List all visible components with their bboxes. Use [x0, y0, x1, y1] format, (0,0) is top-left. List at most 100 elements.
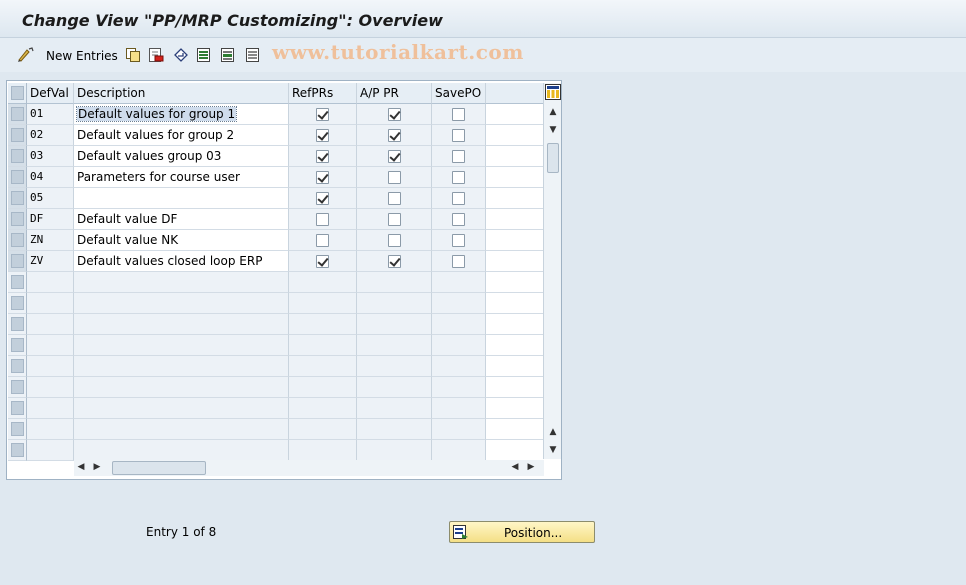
empty-cell[interactable]	[357, 335, 432, 356]
empty-cell[interactable]	[432, 377, 486, 398]
horizontal-scrollbar[interactable]: ◀ ▶ ◀ ▶	[74, 460, 544, 476]
row-selector[interactable]	[8, 251, 27, 272]
row-selector[interactable]	[8, 125, 27, 146]
row-selector-grip[interactable]	[11, 338, 24, 352]
empty-cell[interactable]	[432, 335, 486, 356]
empty-cell[interactable]	[432, 440, 486, 461]
cell-description[interactable]: Parameters for course user	[74, 167, 289, 188]
empty-cell[interactable]	[432, 419, 486, 440]
empty-cell[interactable]	[432, 293, 486, 314]
row-selector-grip[interactable]	[11, 149, 24, 163]
column-header-savepo[interactable]: SavePO	[432, 83, 486, 104]
row-selector[interactable]	[8, 272, 27, 293]
row-selector-grip[interactable]	[11, 212, 24, 226]
row-selector-grip[interactable]	[11, 317, 24, 331]
scroll-left-arrow-end[interactable]: ◀	[508, 462, 522, 472]
scroll-left-arrow[interactable]: ◀	[74, 462, 88, 472]
refprs-checkbox[interactable]	[316, 171, 329, 184]
empty-cell[interactable]	[74, 335, 289, 356]
delete-icon[interactable]	[148, 46, 164, 64]
column-header-defval[interactable]: DefVal	[27, 83, 74, 104]
edit-glasses-icon[interactable]	[17, 46, 35, 64]
ap-pr-checkbox[interactable]	[388, 129, 401, 142]
empty-cell[interactable]	[289, 293, 357, 314]
column-header-refprs[interactable]: RefPRs	[289, 83, 357, 104]
row-selector[interactable]	[8, 377, 27, 398]
empty-cell[interactable]	[432, 314, 486, 335]
empty-cell[interactable]	[289, 398, 357, 419]
empty-cell[interactable]	[432, 272, 486, 293]
row-selector[interactable]	[8, 209, 27, 230]
empty-cell[interactable]	[27, 377, 74, 398]
row-selector-grip[interactable]	[11, 128, 24, 142]
savepo-checkbox[interactable]	[452, 192, 465, 205]
empty-cell[interactable]	[74, 356, 289, 377]
empty-cell[interactable]	[74, 314, 289, 335]
empty-cell[interactable]	[27, 356, 74, 377]
row-selector[interactable]	[8, 419, 27, 440]
undo-icon[interactable]	[172, 46, 190, 64]
empty-cell[interactable]	[27, 440, 74, 461]
empty-cell[interactable]	[289, 356, 357, 377]
ap-pr-checkbox[interactable]	[388, 108, 401, 121]
select-all-icon[interactable]	[196, 46, 212, 64]
empty-cell[interactable]	[74, 419, 289, 440]
refprs-checkbox[interactable]	[316, 150, 329, 163]
savepo-checkbox[interactable]	[452, 255, 465, 268]
cell-description[interactable]: Default values for group 2	[74, 125, 289, 146]
empty-cell[interactable]	[289, 272, 357, 293]
scroll-up-arrow[interactable]: ▲	[546, 107, 560, 117]
empty-cell[interactable]	[289, 314, 357, 335]
scroll-right-arrow[interactable]: ▶	[90, 462, 104, 472]
row-selector-grip[interactable]	[11, 296, 24, 310]
row-selector-grip[interactable]	[11, 191, 24, 205]
position-button[interactable]: Position...	[449, 521, 595, 543]
empty-cell[interactable]	[27, 314, 74, 335]
column-config-icon[interactable]	[545, 84, 561, 102]
empty-cell[interactable]	[289, 335, 357, 356]
row-selector-grip[interactable]	[11, 275, 24, 289]
empty-cell[interactable]	[74, 398, 289, 419]
row-selector-grip[interactable]	[11, 422, 24, 436]
empty-cell[interactable]	[357, 440, 432, 461]
empty-cell[interactable]	[27, 335, 74, 356]
empty-cell[interactable]	[289, 419, 357, 440]
empty-cell[interactable]	[74, 440, 289, 461]
row-selector-grip[interactable]	[11, 380, 24, 394]
empty-cell[interactable]	[357, 419, 432, 440]
refprs-checkbox[interactable]	[316, 108, 329, 121]
empty-cell[interactable]	[357, 314, 432, 335]
row-selector[interactable]	[8, 440, 27, 461]
row-selector[interactable]	[8, 335, 27, 356]
select-block-icon[interactable]	[220, 46, 236, 64]
scroll-up-arrow-bottom[interactable]: ▲	[546, 427, 560, 437]
empty-cell[interactable]	[27, 398, 74, 419]
row-selector[interactable]	[8, 230, 27, 251]
row-selector[interactable]	[8, 314, 27, 335]
savepo-checkbox[interactable]	[452, 108, 465, 121]
empty-cell[interactable]	[74, 377, 289, 398]
empty-cell[interactable]	[289, 440, 357, 461]
savepo-checkbox[interactable]	[452, 171, 465, 184]
row-selector-grip[interactable]	[11, 170, 24, 184]
select-all-cell[interactable]	[8, 83, 27, 104]
refprs-checkbox[interactable]	[316, 192, 329, 205]
cell-description[interactable]: Default values closed loop ERP	[74, 251, 289, 272]
empty-cell[interactable]	[432, 398, 486, 419]
vertical-scrollbar[interactable]: ▲ ▼ ▲ ▼	[543, 83, 561, 459]
empty-cell[interactable]	[432, 356, 486, 377]
row-selector-grip[interactable]	[11, 443, 24, 457]
cell-description[interactable]: Default value DF	[74, 209, 289, 230]
empty-cell[interactable]	[27, 272, 74, 293]
row-selector-grip[interactable]	[11, 401, 24, 415]
ap-pr-checkbox[interactable]	[388, 150, 401, 163]
empty-cell[interactable]	[74, 272, 289, 293]
horizontal-scroll-thumb[interactable]	[112, 461, 206, 475]
scroll-right-arrow-end[interactable]: ▶	[524, 462, 538, 472]
copy-icon[interactable]	[125, 46, 141, 64]
vertical-scroll-thumb[interactable]	[547, 143, 559, 173]
empty-cell[interactable]	[289, 377, 357, 398]
new-entries-button[interactable]: New Entries	[46, 49, 118, 63]
refprs-checkbox[interactable]	[316, 213, 329, 226]
refprs-checkbox[interactable]	[316, 129, 329, 142]
